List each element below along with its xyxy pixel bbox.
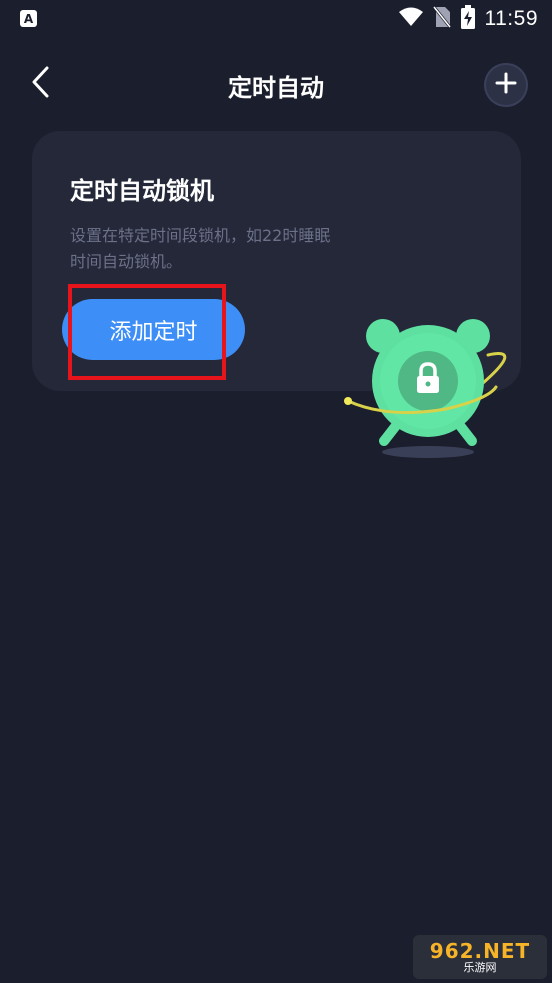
wifi-icon	[398, 7, 423, 31]
no-sim-icon	[432, 6, 451, 32]
watermark-sub: 乐游网	[463, 961, 497, 974]
status-time: 11:59	[484, 7, 538, 30]
battery-charging-icon	[460, 5, 475, 33]
status-icons: 11:59	[398, 5, 539, 33]
page-title: 定时自动	[228, 74, 324, 102]
notification-app-icon: A	[20, 10, 37, 27]
status-bar: A 11:59	[0, 0, 552, 38]
watermark-main: 962.NET	[429, 939, 531, 963]
watermark-logo: 962.NET 乐游网	[413, 935, 547, 979]
add-button[interactable]	[484, 63, 528, 107]
top-app-bar: 定时自动	[0, 54, 552, 114]
alarm-clock-lock-icon	[328, 311, 528, 471]
highlight-annotation-box	[68, 284, 226, 380]
card-title: 定时自动锁机	[70, 177, 214, 205]
card-description: 设置在特定时间段锁机，如22时睡眠时间自动锁机。	[70, 226, 331, 271]
plus-icon	[495, 72, 517, 98]
